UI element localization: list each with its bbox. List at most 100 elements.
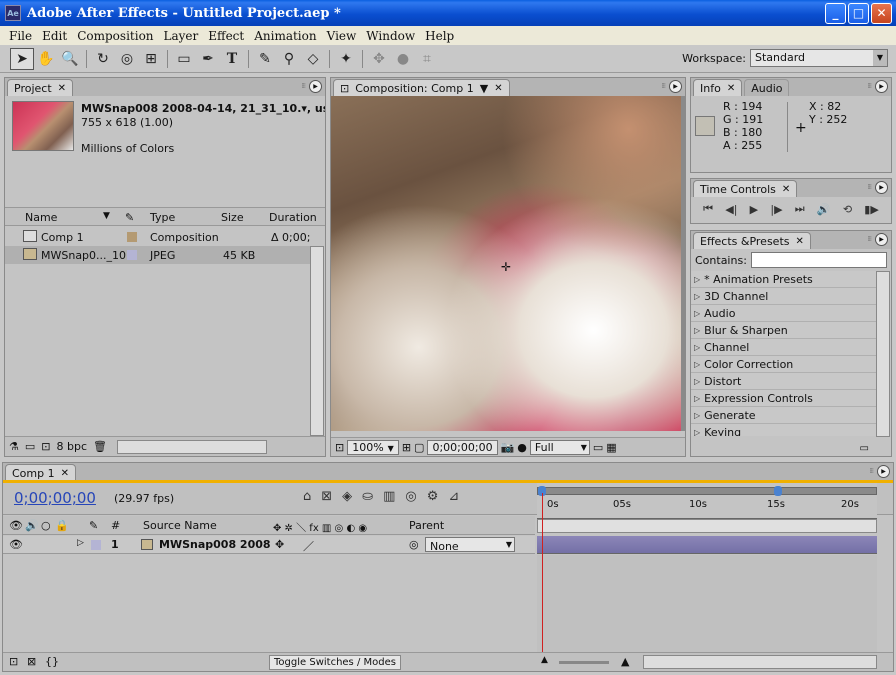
previous-frame-icon[interactable]: ◀| — [725, 203, 737, 216]
time-ruler[interactable]: 0s 05s 10s 15s 20s — [537, 483, 877, 535]
disclosure-triangle-icon[interactable]: ▷ — [694, 309, 700, 318]
disclosure-triangle-icon[interactable]: ▷ — [694, 377, 700, 386]
panel-menu-icon[interactable]: ▶ — [875, 181, 888, 194]
audio-switch-icon[interactable]: 🔊 — [25, 519, 39, 532]
project-vertical-scrollbar[interactable] — [310, 246, 324, 436]
rectangle-tool-icon[interactable]: ▭ — [172, 48, 196, 70]
quality-switch-icon[interactable]: ／ — [303, 538, 314, 554]
panel-grip-icon[interactable]: ⁞⁞⁞ — [867, 183, 872, 191]
panel-menu-icon[interactable]: ▶ — [877, 465, 890, 478]
axis-mode-icon[interactable]: ✥ — [367, 48, 391, 70]
brainstorm-icon[interactable]: ⚙ — [427, 489, 439, 504]
current-time-display[interactable]: 0;00;00;00 — [14, 489, 96, 507]
hand-tool-icon[interactable]: ✋ — [34, 48, 58, 70]
zoom-out-icon[interactable]: ▲ — [541, 655, 548, 665]
new-composition-icon[interactable]: ⊡ — [41, 440, 50, 453]
interpret-footage-icon[interactable]: ⚗ — [9, 440, 19, 453]
video-switch-icon[interactable]: 👁 — [9, 519, 23, 532]
mask-visibility-icon[interactable]: ▢ — [414, 441, 424, 454]
chevron-down-icon[interactable]: ▼ — [103, 211, 110, 221]
zoom-dropdown[interactable]: 100% ▼ — [347, 439, 399, 455]
layer-duration-bar[interactable] — [537, 536, 877, 554]
snapshot-icon[interactable]: 📷 — [501, 441, 515, 454]
chevron-down-icon[interactable]: ▼ — [480, 82, 488, 95]
next-frame-icon[interactable]: |▶ — [770, 203, 782, 216]
tab-comp-1[interactable]: Comp 1 ✕ — [5, 464, 76, 481]
panel-grip-icon[interactable]: ⁞⁞⁞ — [867, 235, 872, 243]
close-icon[interactable]: ✕ — [782, 184, 790, 195]
timeline-horizontal-scrollbar[interactable] — [643, 655, 877, 669]
safe-zones-icon[interactable]: ⊞ — [402, 441, 411, 454]
layer-switches-icons[interactable]: ✥ ✲ ＼ fx ▥ ◎ ◐ ◉ — [273, 519, 367, 534]
list-item[interactable]: ▷ Channel — [691, 339, 877, 356]
disclosure-triangle-icon[interactable]: ▷ — [694, 411, 700, 420]
parent-pickwhip-icon[interactable]: ◎ — [409, 538, 419, 551]
ram-preview-icon[interactable]: ▮▶ — [864, 203, 879, 216]
list-item[interactable]: ▷ Keying — [691, 424, 877, 437]
new-folder-icon[interactable]: ▭ — [860, 443, 869, 454]
close-icon[interactable]: ✕ — [58, 83, 66, 94]
zoom-tool-icon[interactable]: 🔍 — [58, 48, 82, 70]
draft-3d-icon[interactable]: ◈ — [342, 489, 352, 504]
hide-shy-layers-icon[interactable]: ⛀ — [362, 489, 373, 504]
col-number[interactable]: # — [111, 519, 120, 532]
tab-project[interactable]: Project ✕ — [7, 79, 74, 96]
panel-grip-icon[interactable]: ⁞⁞⁞ — [301, 82, 306, 90]
panel-menu-icon[interactable]: ▶ — [309, 80, 322, 93]
bpc-label[interactable]: 8 bpc — [57, 440, 88, 453]
list-item[interactable]: ▷ * Animation Presets — [691, 271, 877, 288]
eraser-tool-icon[interactable]: ◇ — [301, 48, 325, 70]
ruler-scroll-area[interactable] — [537, 519, 877, 533]
workspace-dropdown[interactable]: Standard ▼ — [750, 49, 888, 67]
col-size[interactable]: Size — [221, 211, 244, 224]
new-folder-icon[interactable]: ▭ — [25, 440, 35, 453]
lock-icon[interactable]: ⊡ — [340, 82, 349, 95]
timeline-zoom-slider[interactable] — [559, 661, 609, 664]
current-time-indicator[interactable] — [542, 493, 543, 655]
frame-blending-icon[interactable]: ▥ — [383, 489, 395, 504]
timeline-layer-row[interactable]: 👁 ▷ 1 MWSnap008 2008 ✥ ／ ◎ None ▼ — [3, 536, 535, 554]
col-parent[interactable]: Parent — [409, 519, 444, 532]
resolution-dropdown[interactable]: Full ▼ — [529, 439, 590, 455]
disclosure-triangle-icon[interactable]: ▷ — [694, 275, 700, 284]
graph-editor-icon[interactable]: ⊿ — [448, 489, 459, 504]
brush-tool-icon[interactable]: ✎ — [253, 48, 277, 70]
menu-edit[interactable]: Edit — [37, 29, 72, 43]
panel-grip-icon[interactable]: ⁞⁞⁞ — [661, 82, 666, 90]
panel-menu-icon[interactable]: ▶ — [669, 80, 682, 93]
expand-triangle-icon[interactable]: ▷ — [77, 538, 84, 548]
motion-blur-icon[interactable]: ◎ — [405, 489, 416, 504]
panel-menu-icon[interactable]: ▶ — [875, 80, 888, 93]
tab-composition[interactable]: ⊡ Composition: Comp 1 ▼ ✕ — [333, 79, 510, 96]
tab-time-controls[interactable]: Time Controls ✕ — [693, 180, 798, 197]
effects-vertical-scrollbar[interactable] — [876, 271, 890, 437]
list-item[interactable]: ▷ Distort — [691, 373, 877, 390]
close-icon[interactable]: ✕ — [727, 83, 735, 94]
expand-switches-icon[interactable]: ⊡ — [9, 655, 18, 668]
minimize-button[interactable]: _ — [825, 2, 846, 24]
tab-info[interactable]: Info ✕ — [693, 79, 743, 96]
list-item[interactable]: ▷ Audio — [691, 305, 877, 322]
col-duration[interactable]: Duration — [269, 211, 317, 224]
trash-icon[interactable]: 🗑 — [93, 440, 107, 453]
layer-source-name[interactable]: MWSnap008 2008 — [159, 538, 271, 551]
comp-timecode[interactable]: 0;00;00;00 — [427, 439, 498, 455]
list-item[interactable]: ▷ Expression Controls — [691, 390, 877, 407]
type-tool-icon[interactable]: T — [220, 48, 244, 70]
first-frame-icon[interactable]: ⏮ — [703, 202, 713, 216]
orbit-camera-tool-icon[interactable]: ◎ — [115, 48, 139, 70]
solo-switch-icon[interactable]: ○ — [41, 519, 51, 532]
puppet-pin-tool-icon[interactable]: ✦ — [334, 48, 358, 70]
toggle-switches-modes-button[interactable]: Toggle Switches / Modes — [269, 655, 401, 670]
work-area-bar[interactable] — [537, 486, 877, 496]
parent-dropdown[interactable]: None ▼ — [425, 537, 515, 553]
close-icon[interactable]: ✕ — [494, 83, 502, 94]
transparency-grid-icon[interactable]: ▦ — [606, 441, 616, 454]
shy-switch-icon[interactable]: ✥ — [275, 538, 284, 551]
effects-search-input[interactable] — [750, 252, 887, 268]
project-horizontal-scrollbar[interactable] — [116, 439, 267, 454]
menu-effect[interactable]: Effect — [203, 29, 249, 43]
panel-menu-icon[interactable]: ▶ — [875, 233, 888, 246]
menu-animation[interactable]: Animation — [249, 29, 321, 43]
world-axis-icon[interactable]: ● — [391, 48, 415, 70]
